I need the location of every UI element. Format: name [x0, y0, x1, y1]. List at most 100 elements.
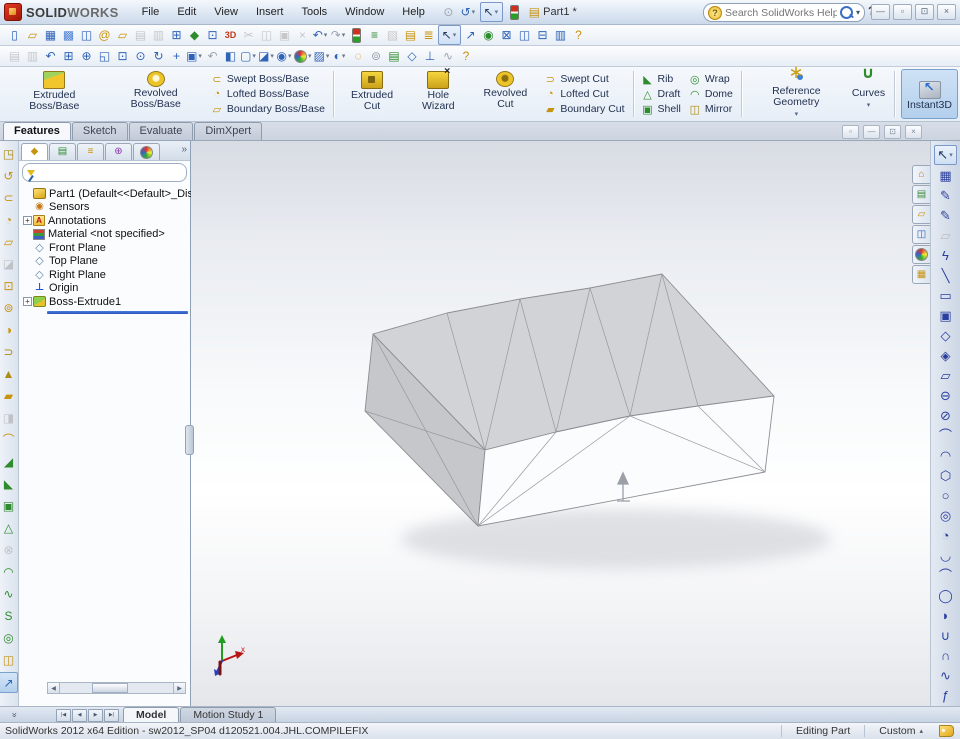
two-pane-view[interactable]: ▥: [552, 26, 569, 44]
expander-icon[interactable]: [23, 243, 32, 252]
parabola[interactable]: ∪: [937, 627, 954, 645]
revolved-cut[interactable]: Revolved Cut: [470, 68, 540, 120]
shell[interactable]: ▣: [0, 496, 17, 515]
menu-item[interactable]: Help: [393, 3, 434, 21]
scroll-left-icon[interactable]: ◀: [48, 683, 60, 693]
extruded-boss-base[interactable]: ◳: [0, 144, 17, 163]
tools-card[interactable]: ▤: [402, 26, 419, 44]
menu-item[interactable]: Tools: [292, 3, 336, 21]
draft[interactable]: △: [0, 518, 17, 537]
quick-snaps[interactable]: ϟ: [937, 247, 954, 265]
straight-slot[interactable]: ⊖: [937, 387, 954, 405]
cut[interactable]: ✂: [240, 26, 257, 44]
expander-icon[interactable]: [23, 203, 32, 212]
new-document[interactable]: ▯: [6, 26, 23, 44]
center-rectangle-3pt[interactable]: ◈: [937, 347, 954, 365]
tangent-arc[interactable]: ◡: [937, 547, 954, 565]
equation-driven-curve[interactable]: ƒ: [937, 687, 954, 705]
menu-item[interactable]: Edit: [168, 3, 205, 21]
help[interactable]: ?: [570, 26, 587, 44]
preview-window[interactable]: ⊡: [204, 26, 221, 44]
revolved-boss-base[interactable]: ↺: [0, 166, 17, 185]
zoom-to-selection[interactable]: ⊙: [132, 47, 149, 65]
tree-item-boss-extrude1[interactable]: Boss-Extrude1: [23, 295, 190, 309]
motion-study-tab[interactable]: Motion Study 1: [180, 707, 277, 723]
mirror[interactable]: ◫ Mirror: [689, 102, 733, 116]
wrap[interactable]: ◎ Wrap: [689, 72, 733, 86]
expander-icon[interactable]: [23, 257, 32, 266]
parallelogram[interactable]: ▱: [937, 367, 954, 385]
tree-filter-box[interactable]: [22, 163, 187, 182]
search-caret-icon[interactable]: ▾: [856, 8, 860, 17]
publish-3dvia[interactable]: @: [96, 26, 113, 44]
thicken[interactable]: ◪: [0, 254, 17, 273]
undo-view-change[interactable]: ↶: [42, 47, 59, 65]
swept-cut[interactable]: ⊃: [0, 342, 17, 361]
manager-tabs-overflow-icon[interactable]: »: [181, 144, 187, 155]
zoom-window[interactable]: ⊞: [60, 47, 77, 65]
tree-item-part1[interactable]: Part1 (Default<<Default>_Displa: [23, 187, 208, 201]
redo[interactable]: ↷: [330, 26, 347, 44]
graphics-viewport[interactable]: x: [191, 141, 930, 706]
restore-button[interactable]: ▫: [893, 4, 912, 20]
view-settings[interactable]: ◐: [332, 47, 349, 65]
fillet[interactable]: ⌒: [0, 430, 17, 449]
tree-item-annotations[interactable]: A Annotations: [23, 214, 190, 228]
displaymanager-tab[interactable]: [133, 143, 160, 160]
open-document[interactable]: ▱: [24, 26, 41, 44]
split-window-vertical[interactable]: ◫: [516, 26, 533, 44]
tree-item-front-plane[interactable]: ◇ Front Plane: [23, 241, 190, 255]
lofted-cut[interactable]: ▲: [0, 364, 17, 383]
boundary-cut[interactable]: ▰ Boundary Cut: [544, 102, 624, 116]
tree-item-right-plane[interactable]: ◇ Right Plane: [23, 268, 190, 282]
print[interactable]: ▤: [132, 26, 149, 44]
hole-wizard[interactable]: Hole Wizard: [406, 66, 470, 120]
delete[interactable]: ×: [294, 26, 311, 44]
swept-boss-base[interactable]: ⊂ Swept Boss/Base: [211, 72, 325, 86]
menu-item[interactable]: Window: [336, 3, 393, 21]
tree-horizontal-scrollbar[interactable]: ◀ ▶: [47, 682, 186, 694]
perimeter-circle[interactable]: ◎: [937, 507, 954, 525]
expander-icon[interactable]: [23, 216, 32, 226]
pan-view[interactable]: +: [168, 47, 185, 65]
lofted-boss-base[interactable]: ◔: [0, 210, 17, 229]
sketch[interactable]: ✎: [937, 187, 954, 205]
tab-dimxpert[interactable]: DimXpert: [194, 122, 263, 140]
conic[interactable]: ∩: [937, 647, 954, 665]
grid-snap[interactable]: ▦: [937, 167, 954, 185]
extruded-boss-base[interactable]: Extruded Boss/Base: [4, 68, 105, 120]
boundary-boss-base[interactable]: ▱ Boundary Boss/Base: [211, 102, 325, 116]
viewport-minimize-button[interactable]: —: [863, 125, 880, 139]
view-palette-tab[interactable]: ◫: [912, 225, 930, 244]
appearances-scenes-tab[interactable]: [912, 245, 930, 264]
panel-splitter-handle[interactable]: [185, 425, 194, 455]
print[interactable]: ▤: [6, 47, 23, 65]
design-library-tab[interactable]: ▤: [912, 185, 930, 204]
extruded-cut[interactable]: Extruded Cut: [338, 68, 406, 120]
full-screen[interactable]: ⊠: [498, 26, 515, 44]
lofted-boss-base[interactable]: ◔ Lofted Boss/Base: [211, 87, 325, 101]
viewport-restore-button[interactable]: ⊡: [884, 125, 901, 139]
rollback-bar[interactable]: [47, 310, 188, 314]
view-orientation[interactable]: ▢: [240, 47, 257, 65]
viewport-close-button[interactable]: ×: [905, 125, 922, 139]
edit-sheet-format[interactable]: ⊞: [168, 26, 185, 44]
rotate-view[interactable]: ↻: [150, 47, 167, 65]
centerpoint-arc[interactable]: ◔: [937, 527, 954, 545]
fly-through[interactable]: ↗: [462, 26, 479, 44]
featuremanager-tab[interactable]: ◆: [21, 143, 48, 160]
lights-toggle[interactable]: ◌: [350, 47, 367, 65]
tab-evaluate[interactable]: Evaluate: [128, 122, 194, 140]
select[interactable]: ↖: [438, 25, 461, 45]
scrollbar-thumb[interactable]: [91, 683, 128, 693]
planes-toggle[interactable]: ◇: [404, 47, 421, 65]
custom-properties-tab[interactable]: ▦: [912, 265, 930, 284]
boundary-boss-base[interactable]: ▱: [0, 232, 17, 251]
intersect[interactable]: ⊗: [0, 540, 17, 559]
help[interactable]: ?: [458, 47, 475, 65]
edit-appearance[interactable]: [294, 47, 313, 65]
expander-icon[interactable]: [23, 230, 32, 239]
partial-ellipse[interactable]: ◗: [937, 607, 954, 625]
menu-item[interactable]: Insert: [247, 3, 293, 21]
part-model[interactable]: [364, 273, 775, 527]
